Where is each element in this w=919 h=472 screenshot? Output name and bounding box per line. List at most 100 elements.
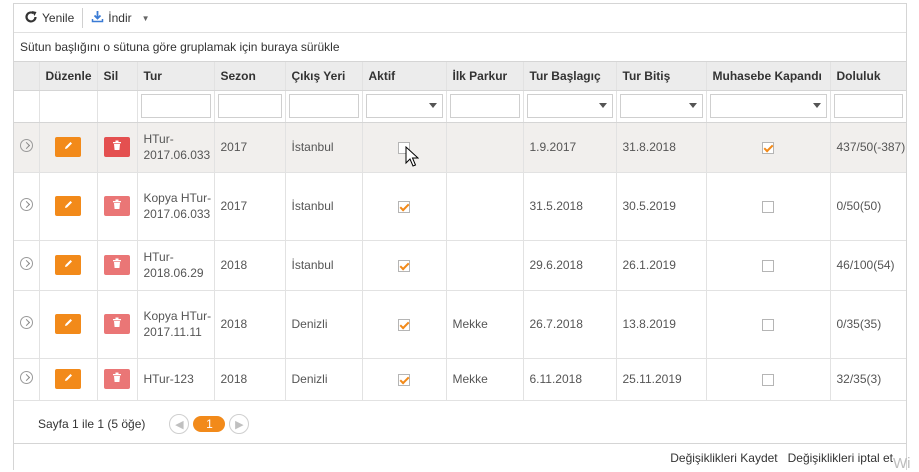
filter-accounting-select[interactable] — [709, 94, 827, 118]
download-icon — [91, 10, 104, 26]
edit-button[interactable] — [55, 196, 81, 216]
cell-season: 2018 — [214, 290, 286, 359]
cell-start-date: 6.11.2018 — [523, 358, 617, 401]
pencil-icon — [63, 198, 74, 214]
cell-occupancy: 32/35(3) — [830, 358, 906, 401]
delete-button[interactable] — [104, 369, 130, 389]
grid-footer: Değişiklikleri Kaydet Değişiklikleri ipt… — [14, 445, 906, 471]
delete-button[interactable] — [104, 314, 130, 334]
page-number-current[interactable]: 1 — [193, 416, 226, 432]
accounting-closed-checkbox[interactable] — [762, 318, 774, 331]
header-row: Düzenle Sil Tur Sezon Çıkış Yeri Aktif İ… — [14, 62, 906, 91]
pager-info: Sayfa 1 ile 1 (5 öğe) — [38, 417, 146, 431]
cell-end-date: 26.1.2019 — [616, 240, 707, 291]
header-delete[interactable]: Sil — [97, 62, 138, 91]
cancel-changes-button[interactable]: Değişiklikleri iptal et — [788, 451, 893, 465]
header-departure[interactable]: Çıkış Yeri — [285, 62, 363, 91]
filter-departure-input[interactable] — [288, 94, 359, 118]
cell-first-route: Mekke — [446, 290, 524, 359]
cell-start-date: 1.9.2017 — [523, 122, 617, 173]
chevron-down-icon — [812, 103, 821, 108]
edit-button[interactable] — [55, 369, 81, 389]
accounting-closed-checkbox[interactable] — [762, 373, 774, 386]
expand-row-icon[interactable] — [19, 138, 33, 152]
accounting-closed-checkbox[interactable] — [762, 259, 774, 272]
pager: Sayfa 1 ile 1 (5 öğe) ◀ 1 ▶ — [14, 405, 906, 444]
pencil-icon — [63, 257, 74, 273]
edit-button[interactable] — [55, 314, 81, 334]
save-changes-button[interactable]: Değişiklikleri Kaydet — [670, 451, 777, 465]
pencil-icon — [63, 371, 74, 387]
header-expand — [14, 62, 40, 91]
cell-end-date: 31.8.2018 — [616, 122, 707, 173]
cell-end-date: 25.11.2019 — [616, 358, 707, 401]
delete-button[interactable] — [104, 137, 130, 157]
header-accounting-closed[interactable]: Muhasebe Kapandı — [706, 62, 831, 91]
active-checkbox[interactable] — [398, 259, 410, 272]
cell-start-date: 31.5.2018 — [523, 172, 617, 241]
refresh-button[interactable]: Yenile — [20, 7, 78, 29]
filter-end-date-select[interactable] — [619, 94, 703, 118]
edit-button[interactable] — [55, 137, 81, 157]
download-button[interactable]: İndir ▼ — [87, 7, 153, 29]
pencil-icon — [63, 316, 74, 332]
chevron-down-icon — [598, 103, 607, 108]
cell-occupancy: 0/50(50) — [830, 172, 906, 241]
filter-first-route-input[interactable] — [449, 94, 520, 118]
header-first-route[interactable]: İlk Parkur — [446, 62, 524, 91]
next-page-icon[interactable]: ▶ — [229, 414, 250, 434]
watermark: Wi — [893, 455, 911, 472]
edit-button[interactable] — [55, 255, 81, 275]
header-tour[interactable]: Tur — [137, 62, 215, 91]
accounting-closed-checkbox[interactable] — [762, 200, 774, 213]
active-checkbox[interactable] — [398, 200, 410, 213]
cell-end-date: 30.5.2019 — [616, 172, 707, 241]
expand-row-icon[interactable] — [19, 256, 33, 270]
group-drop-area[interactable]: Sütun başlığını o sütuna göre gruplamak … — [14, 33, 906, 62]
cell-tour: HTur-123 — [137, 358, 215, 401]
filter-start-date-select[interactable] — [526, 94, 613, 118]
cell-tour: Kopya HTur-2017.11.11 — [137, 290, 215, 359]
table-row[interactable]: HTur-2017.06.033 2017 İstanbul 1.9.2017 31.8… — [14, 122, 906, 173]
filter-occupancy-input[interactable] — [833, 94, 903, 118]
header-start-date[interactable]: Tur Başlagıç — [523, 62, 617, 91]
cell-occupancy: 437/50(-387) — [830, 122, 906, 173]
cell-first-route: Mekke — [446, 358, 524, 401]
chevron-down-icon[interactable]: ▼ — [142, 14, 150, 23]
header-occupancy[interactable]: Doluluk — [830, 62, 906, 91]
pencil-icon — [63, 139, 74, 155]
header-season[interactable]: Sezon — [214, 62, 286, 91]
expand-row-icon[interactable] — [19, 197, 33, 211]
chevron-down-icon — [428, 103, 437, 108]
group-area-hint: Sütun başlığını o sütuna göre gruplamak … — [20, 40, 340, 54]
cell-season: 2017 — [214, 172, 286, 241]
filter-cell-empty — [39, 90, 98, 123]
filter-season-input[interactable] — [217, 94, 282, 118]
table-row[interactable]: HTur-123 2018 Denizli Mekke 6.11.2018 25.11.2… — [14, 358, 906, 401]
table-row[interactable]: HTur-2018.06.29 2018 İstanbul 29.6.2018 26.1… — [14, 240, 906, 291]
delete-button[interactable] — [104, 196, 130, 216]
refresh-label: Yenile — [42, 11, 75, 25]
filter-tour-input[interactable] — [140, 94, 211, 118]
cell-departure: Denizli — [285, 290, 363, 359]
header-end-date[interactable]: Tur Bitiş — [616, 62, 707, 91]
prev-page-icon[interactable]: ◀ — [169, 414, 190, 434]
accounting-closed-checkbox[interactable] — [762, 141, 774, 154]
filter-active-select[interactable] — [365, 94, 443, 118]
data-grid: Yenile İndir ▼ Sütun başlığını o sütuna … — [13, 3, 907, 470]
header-edit[interactable]: Düzenle — [39, 62, 98, 91]
cell-tour: Kopya HTur-2017.06.033 — [137, 172, 215, 241]
delete-button[interactable] — [104, 255, 130, 275]
expand-row-icon[interactable] — [19, 370, 33, 384]
expand-row-icon[interactable] — [19, 315, 33, 329]
header-active[interactable]: Aktif — [362, 62, 447, 91]
cell-departure: İstanbul — [285, 172, 363, 241]
cell-departure: İstanbul — [285, 122, 363, 173]
filter-row — [14, 90, 906, 123]
active-checkbox[interactable] — [398, 373, 410, 386]
table-row[interactable]: Kopya HTur-2017.11.11 2018 Denizli Mekke 26.… — [14, 290, 906, 359]
trash-icon — [112, 198, 122, 214]
table-row[interactable]: Kopya HTur-2017.06.033 2017 İstanbul 31.5.2… — [14, 172, 906, 241]
active-checkbox[interactable] — [398, 318, 410, 331]
cell-end-date: 13.8.2019 — [616, 290, 707, 359]
